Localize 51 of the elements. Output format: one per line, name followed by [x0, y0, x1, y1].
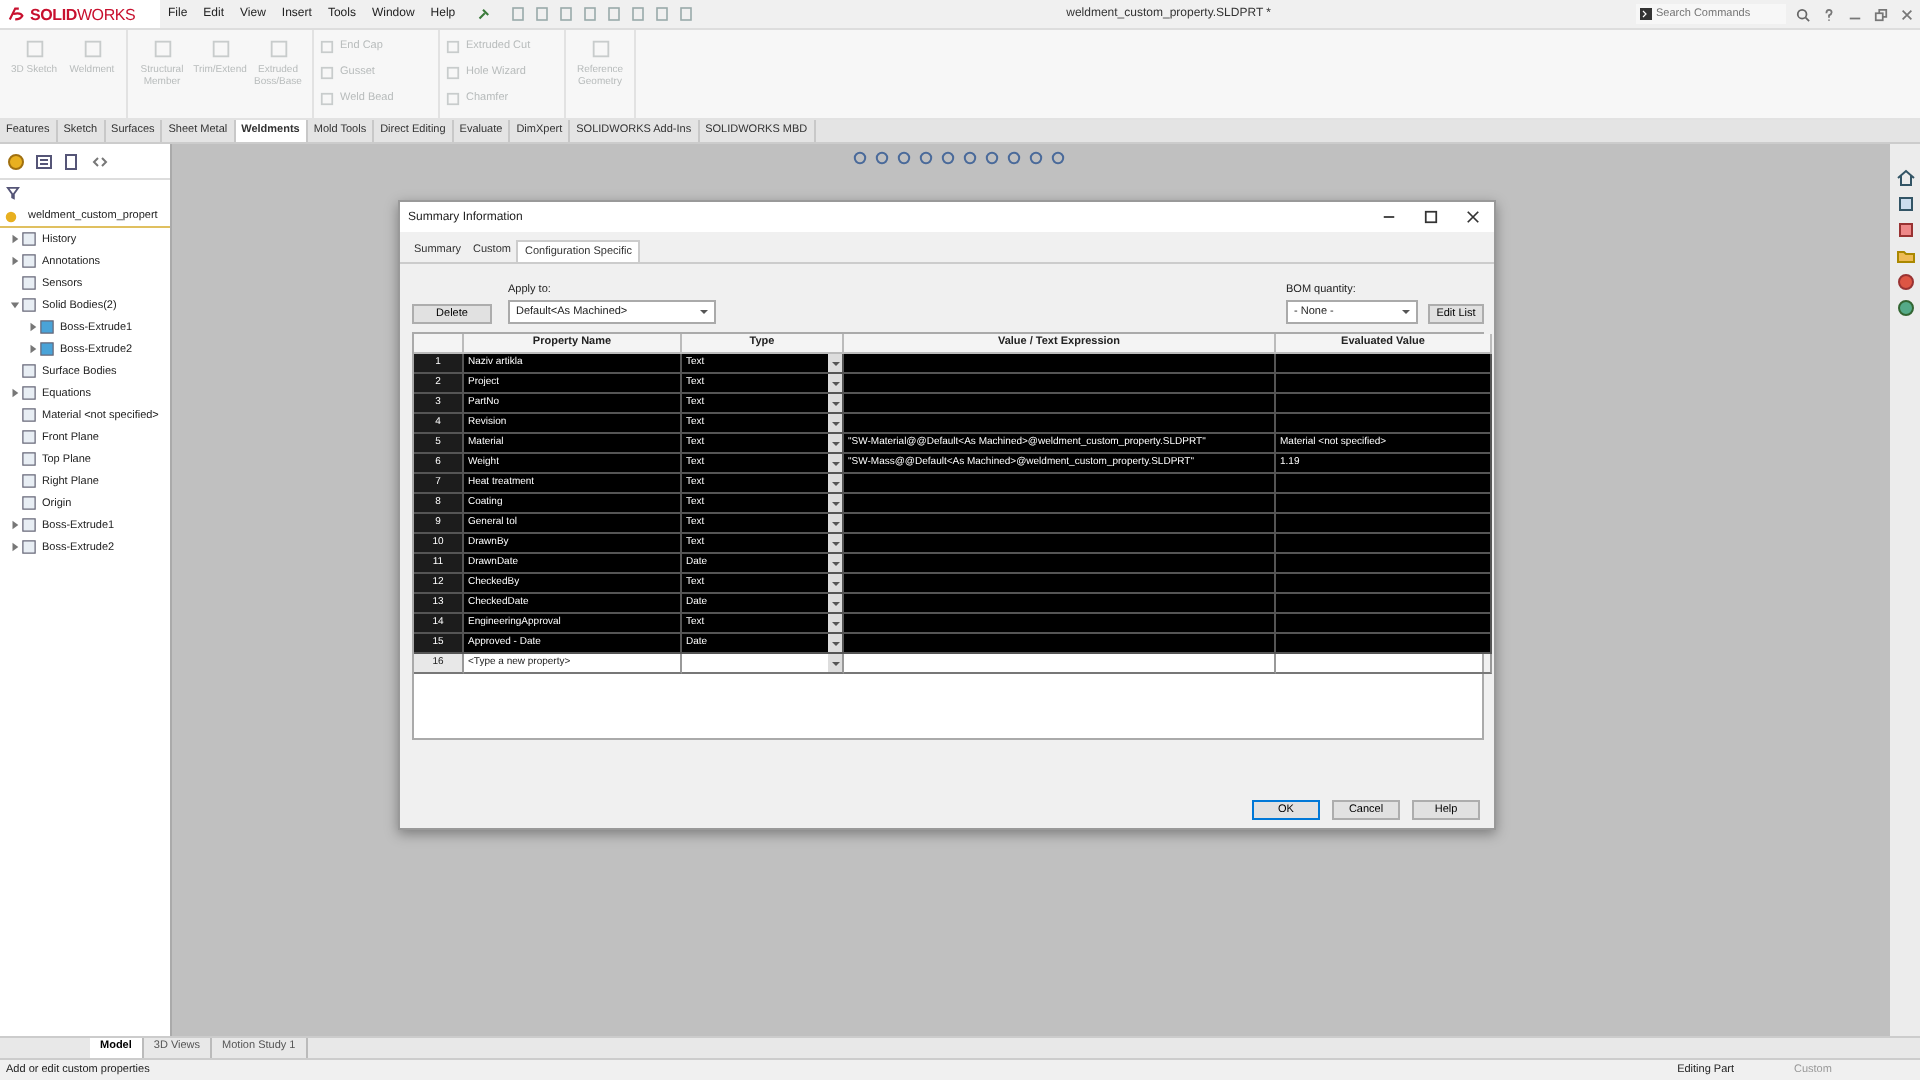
part-icon	[4, 209, 18, 223]
app-logo[interactable]: SOLIDWORKS	[0, 0, 160, 28]
tool-icon	[81, 38, 103, 60]
expand-arrow-icon[interactable]	[10, 542, 20, 552]
table-cell[interactable]	[844, 414, 1276, 434]
arrows-icon[interactable]	[90, 152, 110, 172]
table-cell[interactable]	[844, 394, 1276, 414]
house-icon[interactable]	[1895, 168, 1915, 188]
layers-icon[interactable]	[1895, 194, 1915, 214]
app-name: SOLIDWORKS	[30, 5, 136, 23]
configuration-icon[interactable]	[62, 152, 82, 172]
expand-arrow-icon[interactable]	[10, 256, 20, 266]
tool-icon	[23, 38, 45, 60]
appearance-icon[interactable]	[1895, 272, 1915, 292]
table-cell[interactable]	[844, 594, 1276, 614]
table-cell[interactable]	[844, 534, 1276, 554]
command-prompt-icon	[1640, 8, 1652, 20]
table-cell[interactable]	[844, 494, 1276, 514]
table-cell[interactable]	[844, 514, 1276, 534]
library-icon[interactable]	[1895, 220, 1915, 240]
expand-arrow-icon[interactable]	[10, 520, 20, 530]
tool-icon	[267, 38, 289, 60]
help-icon[interactable]	[1822, 7, 1836, 21]
restore-icon[interactable]	[1874, 7, 1888, 21]
minimize-icon[interactable]	[1382, 210, 1396, 224]
tool-icon	[589, 38, 611, 60]
tool-icon	[151, 38, 173, 60]
pin-icon[interactable]	[475, 7, 490, 21]
search-icon[interactable]	[1796, 7, 1810, 21]
logo-mark-icon	[8, 6, 26, 22]
feature-manager-icon[interactable]	[6, 152, 26, 172]
table-cell[interactable]	[844, 574, 1276, 594]
maximize-icon[interactable]	[1424, 210, 1438, 224]
expand-arrow-icon[interactable]	[10, 234, 20, 244]
property-manager-icon[interactable]	[34, 152, 54, 172]
filter-icon[interactable]	[6, 186, 20, 200]
close-icon[interactable]	[1466, 210, 1480, 224]
expand-arrow-icon[interactable]	[28, 322, 38, 332]
expand-arrow-icon[interactable]	[28, 344, 38, 354]
table-cell[interactable]	[844, 554, 1276, 574]
table-cell[interactable]	[844, 374, 1276, 394]
tool-icon	[209, 38, 231, 60]
palette-icon[interactable]	[1895, 298, 1915, 318]
table-cell[interactable]	[844, 634, 1276, 654]
expand-arrow-icon[interactable]	[10, 300, 20, 310]
folder-icon[interactable]	[1895, 246, 1915, 266]
table-cell[interactable]	[844, 654, 1276, 674]
table-cell[interactable]	[844, 474, 1276, 494]
expand-arrow-icon[interactable]	[10, 388, 20, 398]
table-cell[interactable]	[844, 354, 1276, 374]
table-cell[interactable]	[844, 614, 1276, 634]
